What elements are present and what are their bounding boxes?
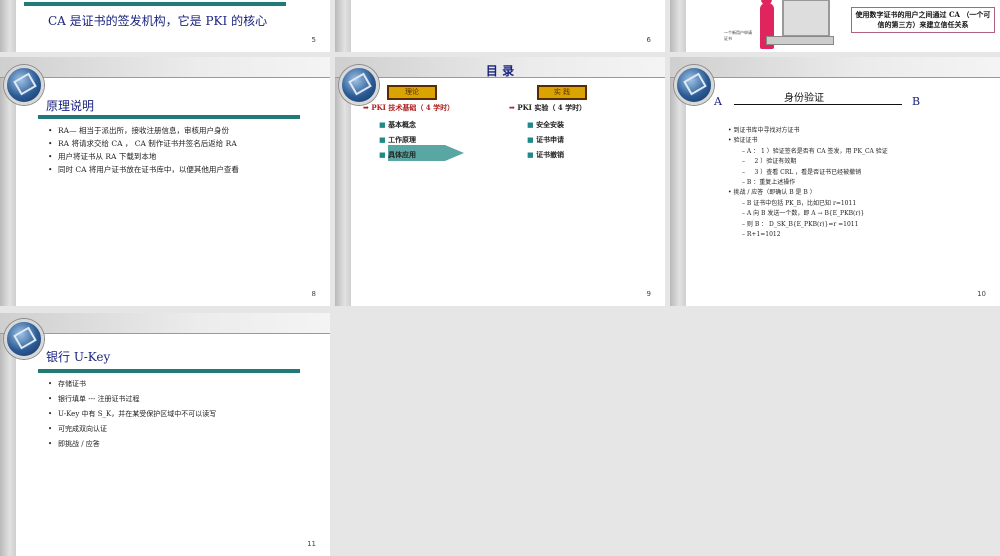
slide-header-bar xyxy=(0,313,330,334)
slide-decor xyxy=(670,0,686,52)
slide-thumbnail-8[interactable]: 原理说明 RA— 相当于派出所，接收注册信息，审核用户身份 RA 将请求交给 C… xyxy=(0,57,330,306)
sub-item: – 则 B ： D_SK_B{E_PKB(r)}=r =1011 xyxy=(742,220,859,228)
sub-item: – B 证书中包括 PK_B，比如已知 r=1011 xyxy=(742,199,857,207)
slide-thumbnail-10[interactable]: 身份验证 A B • 到证书库中寻找对方证书 • 验证证书 – A ： 1 ）验… xyxy=(670,57,1000,306)
slide-number: 11 xyxy=(307,540,316,548)
sub-item: – 3 ）查看 CRL ，看是否证书已经被撤销 xyxy=(742,168,862,176)
content-lines: • 到证书库中寻找对方证书 • 验证证书 – A ： 1 ）验证签名是否有 CA… xyxy=(728,126,888,240)
right-items: ■ 安全安装 ■ 证书申请 ■ 证书撤销 xyxy=(527,117,564,162)
certificate-logo-icon xyxy=(4,319,44,359)
slide-number: 6 xyxy=(646,36,651,44)
toc-item[interactable]: ■ 基本概念 xyxy=(379,117,416,132)
left-heading-text: PKI 技术基础（ 4 学时） xyxy=(371,103,455,112)
slide-text: CA 是证书的签发机构，它是 PKI 的核心 xyxy=(48,14,268,28)
right-heading-text: PKI 实验（ 4 学时） xyxy=(517,103,587,112)
slide-header-bar xyxy=(0,57,330,78)
bullet-item: RA— 相当于派出所，接收注册信息，审核用户身份 xyxy=(48,124,239,137)
bullet-item: 存储证书 xyxy=(48,377,216,392)
right-heading: ➡ PKI 实验（ 4 学时） xyxy=(509,103,586,113)
bullet-item: U-Key 中有 S_K，并在某受保护区域中不可以读写 xyxy=(48,407,216,422)
theory-label: 理论 xyxy=(387,85,437,100)
bullet-item: 银行填单 --- 注册证书过程 xyxy=(48,392,216,407)
slide-title: 身份验证 xyxy=(784,93,824,104)
slide-thumbnail-9[interactable]: 目 录 理论 实 践 ➡ PKI 技术基础（ 4 学时） ➡ PKI 实验（ 4… xyxy=(335,57,665,306)
practice-label: 实 践 xyxy=(537,85,587,100)
slide-thumbnail-5[interactable]: CA 是证书的签发机构，它是 PKI 的核心 5 xyxy=(0,0,330,52)
slide-thumbnail-7[interactable]: 一个新用户申请证书 使用数字证书的用户之间通过 CA （一个可信的第三方）来建立… xyxy=(670,0,1000,52)
bullet-list: 存储证书 银行填单 --- 注册证书过程 U-Key 中有 S_K，并在某受保护… xyxy=(48,377,216,452)
certificate-logo-icon xyxy=(674,65,714,105)
title-rule xyxy=(24,2,286,6)
slide-title: 银行 U-Key xyxy=(46,350,111,364)
slide-number: 9 xyxy=(646,290,651,298)
slide-thumbnail-11[interactable]: 银行 U-Key 存储证书 银行填单 --- 注册证书过程 U-Key 中有 S… xyxy=(0,313,330,556)
bullet-item: • 验证证书 xyxy=(728,137,758,145)
slide-number: 8 xyxy=(311,290,316,298)
sub-item: – B ：重复上述操作 xyxy=(742,179,796,187)
bullet-item: 可完成双向认证 xyxy=(48,422,216,437)
computer-keyboard xyxy=(766,36,834,45)
toc-item[interactable]: ■ 证书撤销 xyxy=(527,147,564,162)
toc-item[interactable]: ■ 工作原理 xyxy=(379,132,416,147)
slide-header-bar xyxy=(670,57,1000,78)
slide-decor xyxy=(335,0,351,52)
slide-title: 目 录 xyxy=(485,64,515,78)
sub-item: – 2 ）验证有效期 xyxy=(742,158,797,166)
computer-icon xyxy=(782,0,830,37)
left-heading: ➡ PKI 技术基础（ 4 学时） xyxy=(363,103,454,113)
bullet-item: • 挑战 / 应答（即确认 B 是 B ） xyxy=(728,189,816,197)
title-rule xyxy=(38,369,300,373)
sub-item: – A ： 1 ）验证签名是否有 CA 签发，用 PK_CA 验证 xyxy=(742,147,888,155)
bullet-item: RA 将请求交给 CA ， CA 制作证书并签名后返给 RA xyxy=(48,137,239,150)
slide-title: 原理说明 xyxy=(46,99,95,113)
slide-thumbnail-6[interactable]: 6 xyxy=(335,0,665,52)
slide-decor xyxy=(0,0,16,52)
bullet-list: RA— 相当于派出所，接收注册信息，审核用户身份 RA 将请求交给 CA ， C… xyxy=(48,124,239,176)
title-rule xyxy=(38,115,300,119)
sub-item: – R+1=1012 xyxy=(742,231,781,239)
certificate-logo-icon xyxy=(4,65,44,105)
toc-item-active[interactable]: ■ 具体应用 xyxy=(379,147,416,162)
figure-label: 一个新用户申请证书 xyxy=(724,30,752,41)
bullet-item: 用户将证书从 RA 下载到本地 xyxy=(48,150,239,163)
toc-item[interactable]: ■ 安全安装 xyxy=(527,117,564,132)
slide-number: 10 xyxy=(977,290,986,298)
party-b: B xyxy=(912,95,921,108)
callout-box: 使用数字证书的用户之间通过 CA （一个可信的第三方）来建立信任关系 xyxy=(851,7,995,33)
bullet-item: 即挑战 / 应答 xyxy=(48,437,216,452)
bullet-item: • 到证书库中寻找对方证书 xyxy=(728,127,800,134)
toc-item[interactable]: ■ 证书申请 xyxy=(527,132,564,147)
double-arrow xyxy=(734,104,902,105)
bullet-item: 同时 CA 将用户证书放在证书库中，以便其他用户查看 xyxy=(48,163,239,176)
left-items: ■ 基本概念 ■ 工作原理 ■ 具体应用 xyxy=(379,117,416,162)
party-a: A xyxy=(714,95,722,108)
slide-number: 5 xyxy=(311,36,316,44)
sub-item: – A 向 B 发送一个数，即 A → B{E_PKB(r)} xyxy=(742,210,865,218)
